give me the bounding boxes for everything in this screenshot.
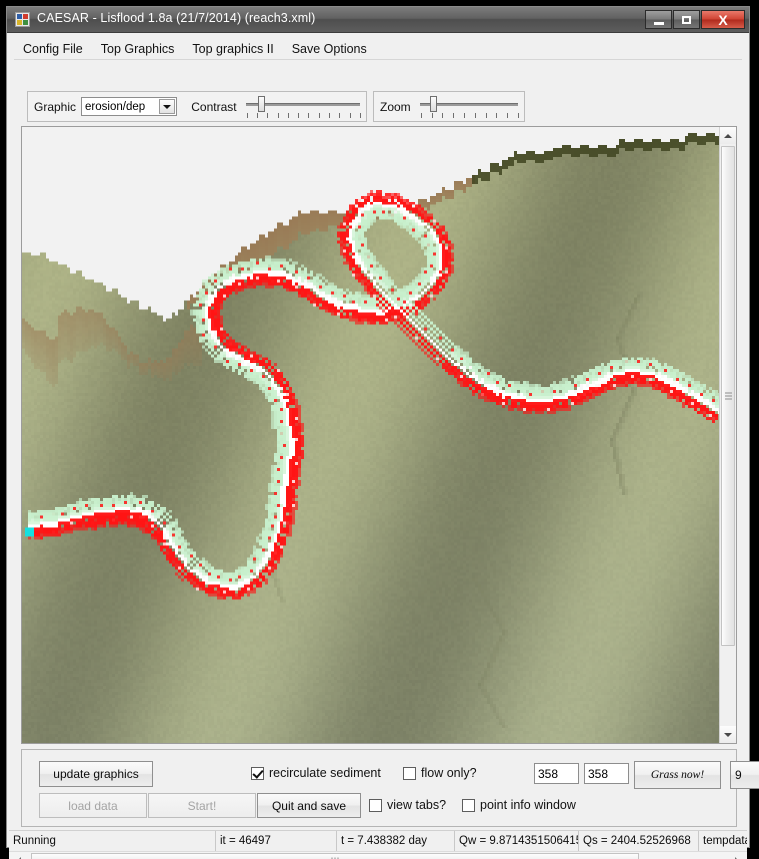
start-button[interactable]: Start! xyxy=(148,793,256,818)
menu-top-graphics-ii[interactable]: Top graphics II xyxy=(183,40,282,58)
maximize-button[interactable] xyxy=(673,10,700,29)
graphic-select[interactable]: erosion/dep xyxy=(81,97,178,116)
width-input[interactable]: 358 xyxy=(534,763,579,784)
arrow-down-icon xyxy=(724,732,732,737)
update-graphics-button[interactable]: update graphics xyxy=(39,761,153,787)
viewer-vertical-scrollbar[interactable] xyxy=(719,127,736,743)
scroll-down-button[interactable] xyxy=(720,726,736,743)
window-horizontal-scrollbar[interactable] xyxy=(9,851,747,859)
status-water-discharge: Qw = 9.8714351506415 xyxy=(455,831,579,851)
chevron-down-icon xyxy=(163,104,172,109)
flow-only-label: flow only? xyxy=(421,766,477,780)
client-area: Config File Top Graphics Top graphics II… xyxy=(8,33,759,859)
zoom-slider-ticks xyxy=(420,112,519,119)
minimize-icon xyxy=(653,21,664,25)
control-panel: update graphics recirculate sediment flo… xyxy=(21,749,759,827)
app-icon xyxy=(15,12,30,27)
recirculate-sediment-checkbox[interactable] xyxy=(251,766,264,780)
load-data-button[interactable]: load data xyxy=(39,793,147,818)
partial-right-button[interactable]: 9 xyxy=(730,761,759,789)
hscroll-thumb[interactable] xyxy=(31,853,639,859)
terrain-image[interactable] xyxy=(22,127,721,743)
graphic-label: Graphic xyxy=(34,99,77,114)
view-tabs-label: view tabs? xyxy=(387,798,447,812)
scroll-up-button[interactable] xyxy=(720,127,736,144)
zoom-slider[interactable] xyxy=(419,94,519,120)
window-title: CAESAR - Lisflood 1.8a (21/7/2014) (reac… xyxy=(37,11,316,25)
contrast-slider-ticks xyxy=(246,112,361,119)
terrain-canvas-wrap[interactable] xyxy=(22,127,721,743)
flow-only-row[interactable]: flow only? xyxy=(403,766,477,780)
zoom-label: Zoom xyxy=(380,99,411,114)
status-sediment-discharge: Qs = 2404.52526968 xyxy=(579,831,699,851)
point-info-window-checkbox[interactable] xyxy=(462,798,475,812)
view-tabs-checkbox[interactable] xyxy=(369,798,382,812)
close-button[interactable]: X xyxy=(701,10,745,29)
zoom-group: Zoom xyxy=(373,91,525,122)
title-bar[interactable]: CAESAR - Lisflood 1.8a (21/7/2014) (reac… xyxy=(7,7,749,33)
maximize-icon xyxy=(682,15,691,24)
application-window: CAESAR - Lisflood 1.8a (21/7/2014) (reac… xyxy=(6,6,759,859)
graphic-select-value: erosion/dep xyxy=(85,100,146,113)
status-bar: Running it = 46497 t = 7.438382 day Qw =… xyxy=(9,830,747,851)
status-iteration: it = 46497 xyxy=(216,831,337,851)
grass-now-button[interactable]: Grass now! xyxy=(634,761,721,789)
flow-only-checkbox[interactable] xyxy=(403,766,416,780)
view-tabs-row[interactable]: view tabs? xyxy=(369,798,446,812)
toolbar: Graphic erosion/dep Contrast Zoom xyxy=(27,91,525,122)
recirculate-sediment-row[interactable]: recirculate sediment xyxy=(251,766,381,780)
minimize-button[interactable] xyxy=(645,10,672,29)
window-buttons: X xyxy=(645,10,745,29)
height-input[interactable]: 358 xyxy=(584,763,629,784)
hscroll-left-button[interactable] xyxy=(11,853,27,859)
status-tempdata: tempdata xyxy=(703,835,747,847)
recirculate-sediment-label: recirculate sediment xyxy=(269,766,381,780)
graphic-contrast-group: Graphic erosion/dep Contrast xyxy=(27,91,367,122)
graphic-select-arrow[interactable] xyxy=(159,99,176,114)
status-time: t = 7.438382 day xyxy=(337,831,455,851)
zoom-slider-thumb[interactable] xyxy=(429,95,437,112)
menu-save-options[interactable]: Save Options xyxy=(283,40,376,58)
scroll-grip-icon xyxy=(725,392,732,400)
point-info-window-label: point info window xyxy=(480,798,576,812)
viewer-vscroll-thumb[interactable] xyxy=(721,146,735,646)
screenshot-root: CAESAR - Lisflood 1.8a (21/7/2014) (reac… xyxy=(0,0,759,859)
contrast-label: Contrast xyxy=(191,99,237,114)
menu-top-graphics[interactable]: Top Graphics xyxy=(92,40,184,58)
quit-and-save-button[interactable]: Quit and save xyxy=(257,793,361,818)
contrast-slider-thumb[interactable] xyxy=(257,95,265,112)
menu-config-file[interactable]: Config File xyxy=(14,40,92,58)
contrast-slider[interactable] xyxy=(245,94,361,120)
close-icon: X xyxy=(718,11,728,28)
arrow-up-icon xyxy=(724,133,732,138)
status-running: Running xyxy=(9,831,216,851)
hscroll-right-button[interactable] xyxy=(729,853,745,859)
menu-bar: Config File Top Graphics Top graphics II… xyxy=(14,39,742,60)
graphic-viewer-panel xyxy=(21,126,737,744)
point-info-window-row[interactable]: point info window xyxy=(462,798,576,812)
